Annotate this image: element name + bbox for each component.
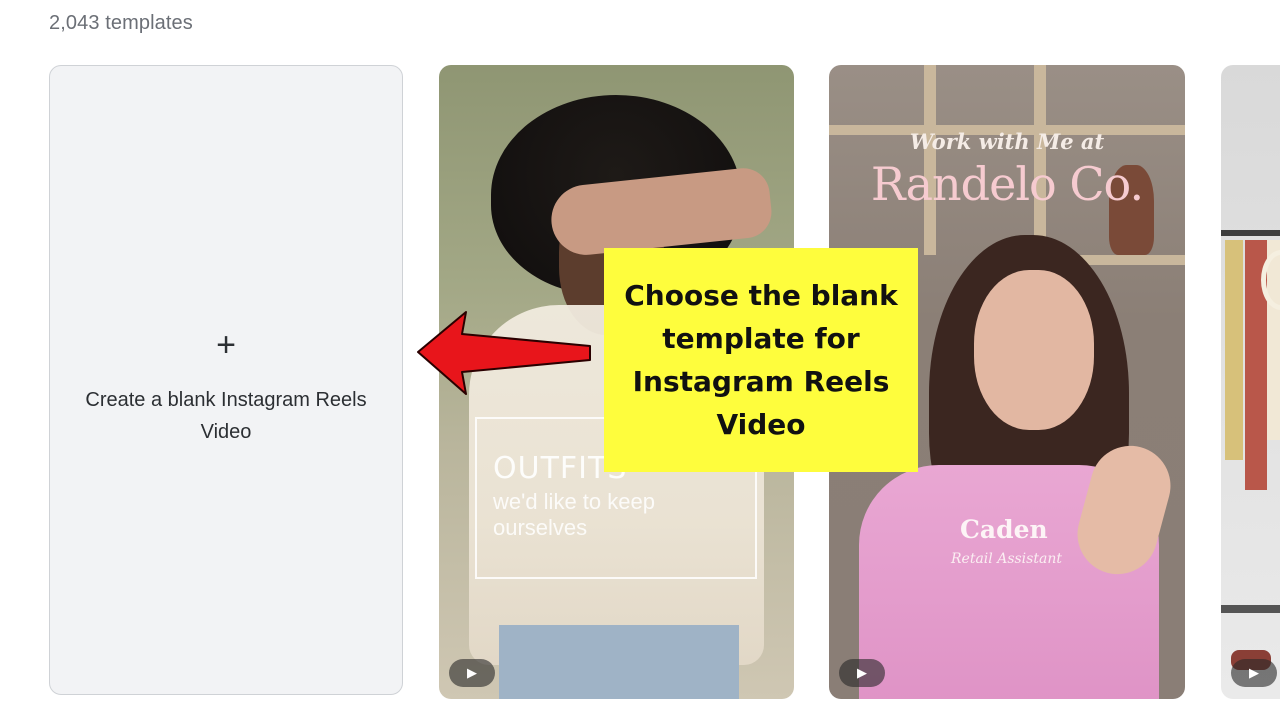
clothing-item — [1225, 240, 1243, 460]
template-subtitle: we'd like to keep ourselves — [493, 489, 655, 540]
annotation-callout: Choose the blank template for Instagram … — [604, 248, 918, 472]
template-count: 2,043 templates — [49, 12, 193, 34]
template-kicker: Work with Me at — [909, 129, 1105, 154]
create-blank-template-card[interactable]: + Create a blank Instagram Reels Video — [49, 65, 403, 695]
template-photo-jeans — [499, 625, 739, 699]
clothes-rack — [1221, 230, 1280, 236]
template-card-partial[interactable]: ▶ — [1221, 65, 1280, 699]
create-blank-label: Create a blank Instagram Reels Video — [85, 389, 367, 443]
red-arrow-icon — [417, 311, 591, 395]
play-icon[interactable]: ▶ — [449, 659, 495, 687]
template-role: Retail Assistant — [951, 551, 1062, 567]
plus-icon: + — [216, 326, 236, 364]
template-results-page: 2,043 templates + Create a blank Instagr… — [0, 0, 1280, 720]
template-name: Caden — [960, 515, 1048, 544]
template-brand: Randelo Co. — [870, 157, 1144, 211]
shelf — [1221, 605, 1280, 613]
template-photo-face — [974, 270, 1094, 430]
play-icon[interactable]: ▶ — [839, 659, 885, 687]
arrow-shape — [417, 311, 591, 395]
play-icon[interactable]: ▶ — [1231, 659, 1277, 687]
